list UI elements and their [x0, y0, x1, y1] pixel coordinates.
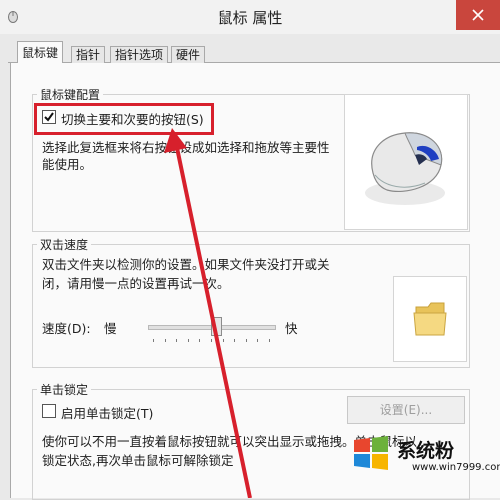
annotation-arrow-icon — [164, 128, 252, 498]
watermark-url: www.win7999.com — [412, 462, 500, 473]
windows-logo-icon — [352, 435, 390, 471]
watermark-text: 系统粉 — [397, 440, 455, 462]
